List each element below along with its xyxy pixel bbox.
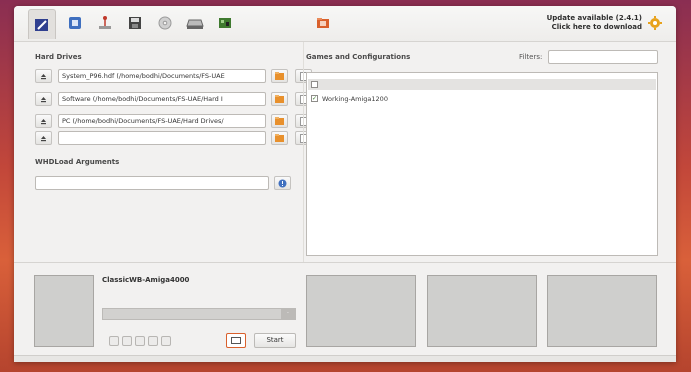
filters-input[interactable] xyxy=(548,50,658,64)
tab-config[interactable] xyxy=(28,9,56,39)
folder-icon xyxy=(275,117,284,125)
hard-drives-title: Hard Drives xyxy=(35,53,82,61)
folder-icon xyxy=(275,134,284,142)
folder-icon xyxy=(275,95,284,103)
cdrom-icon xyxy=(158,16,172,30)
progress-end-icon[interactable]: · xyxy=(281,309,295,319)
folder-tab-icon xyxy=(317,18,329,28)
eject-icon xyxy=(41,118,46,124)
tab-games[interactable] xyxy=(312,12,334,34)
tab-cdroms[interactable] xyxy=(154,12,176,34)
like-icon[interactable] xyxy=(122,336,132,346)
eject-button[interactable] xyxy=(35,131,52,145)
browse-folder-button[interactable] xyxy=(271,69,288,83)
config-screenshot xyxy=(34,275,94,347)
hard-drive-row xyxy=(35,131,315,145)
eject-icon xyxy=(41,96,46,102)
hard-drive-row: PC (/home/bodhi/Documents/FS-UAE/Hard Dr… xyxy=(35,114,315,128)
update-link[interactable]: Click here to download xyxy=(547,23,642,32)
tab-hardware[interactable] xyxy=(64,12,86,34)
chip-icon xyxy=(69,17,81,29)
eject-button[interactable] xyxy=(35,92,52,106)
eject-icon xyxy=(41,135,46,141)
screenshot-icon[interactable] xyxy=(109,336,119,346)
hard-drive-row: Software (/home/bodhi/Documents/FS-UAE/H… xyxy=(35,92,315,106)
list-item[interactable]: ✓ Working-Amiga1200 xyxy=(311,93,388,104)
hard-drive-path-field[interactable]: Software (/home/bodhi/Documents/FS-UAE/H… xyxy=(58,92,266,106)
toolbar: Update available (2.4.1) Click here to d… xyxy=(14,6,676,42)
whdload-help-button[interactable] xyxy=(274,176,291,190)
list-item-label: Working-Amiga1200 xyxy=(322,94,388,103)
section-divider xyxy=(14,262,676,263)
config-icon xyxy=(35,18,48,31)
hard-drive-path-field[interactable]: PC (/home/bodhi/Documents/FS-UAE/Hard Dr… xyxy=(58,114,266,128)
browse-folder-button[interactable] xyxy=(271,131,288,145)
hard-drive-path-field[interactable]: System_P96.hdf (/home/bodhi/Documents/FS… xyxy=(58,69,266,83)
eject-button[interactable] xyxy=(35,114,52,128)
dislike-icon[interactable] xyxy=(135,336,145,346)
tab-input[interactable] xyxy=(94,12,116,34)
config-icons xyxy=(109,336,171,346)
info-icon[interactable] xyxy=(161,336,171,346)
fullscreen-toggle-button[interactable] xyxy=(226,333,246,348)
list-header-row[interactable] xyxy=(308,79,656,90)
update-title: Update available (2.4.1) xyxy=(546,14,642,22)
filters-label: Filters: xyxy=(519,53,543,61)
start-button[interactable]: Start xyxy=(254,333,296,348)
screenshot-preview-1 xyxy=(306,275,416,347)
games-title: Games and Configurations xyxy=(306,53,411,61)
select-all-checkbox[interactable] xyxy=(311,81,318,88)
board-icon xyxy=(219,18,231,28)
games-list[interactable]: ✓ Working-Amiga1200 xyxy=(306,72,658,256)
tab-floppies[interactable] xyxy=(124,12,146,34)
harddrive-icon xyxy=(186,19,204,29)
monitor-icon xyxy=(231,336,241,344)
screenshot-preview-2 xyxy=(427,275,537,347)
eject-icon xyxy=(41,73,46,79)
link-icon[interactable] xyxy=(148,336,158,346)
help-icon xyxy=(278,179,287,187)
gear-icon xyxy=(648,16,662,30)
whdload-title: WHDLoad Arguments xyxy=(35,158,120,166)
list-item-checkbox[interactable]: ✓ xyxy=(311,95,318,102)
whdload-arguments-input[interactable] xyxy=(35,176,269,190)
tab-expansions[interactable] xyxy=(214,12,236,34)
hard-drive-row: System_P96.hdf (/home/bodhi/Documents/FS… xyxy=(35,69,315,83)
joystick-icon xyxy=(99,16,111,29)
update-notice[interactable]: Update available (2.4.1) Click here to d… xyxy=(547,14,642,32)
screenshot-preview-3 xyxy=(547,275,657,347)
fs-uae-launcher-window: Update available (2.4.1) Click here to d… xyxy=(14,6,676,362)
tab-hard-drives[interactable] xyxy=(184,12,206,34)
config-name: ClassicWB-Amiga4000 xyxy=(102,276,190,284)
floppy-icon xyxy=(129,17,141,29)
config-rating-bar[interactable]: · xyxy=(102,308,296,320)
browse-folder-button[interactable] xyxy=(271,114,288,128)
eject-button[interactable] xyxy=(35,69,52,83)
status-strip xyxy=(14,355,676,362)
settings-button[interactable] xyxy=(648,16,662,32)
browse-folder-button[interactable] xyxy=(271,92,288,106)
hard-drive-path-field[interactable] xyxy=(58,131,266,145)
panel-divider xyxy=(303,42,304,262)
folder-icon xyxy=(275,72,284,80)
